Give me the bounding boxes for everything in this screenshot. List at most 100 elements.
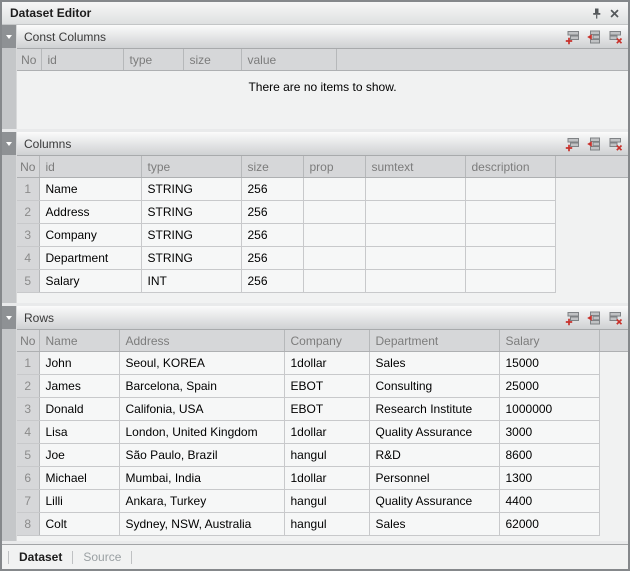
- cell[interactable]: 1dollar: [284, 467, 369, 490]
- column-header-description[interactable]: description: [465, 156, 555, 178]
- column-header-name[interactable]: Name: [39, 330, 119, 352]
- cell[interactable]: [365, 201, 465, 224]
- cell[interactable]: [303, 178, 365, 201]
- cell[interactable]: 4400: [499, 490, 599, 513]
- cell[interactable]: [365, 224, 465, 247]
- row-number-cell[interactable]: 3: [17, 224, 39, 247]
- cell[interactable]: 256: [241, 247, 303, 270]
- cell[interactable]: Barcelona, Spain: [119, 375, 284, 398]
- column-header-size[interactable]: size: [183, 49, 241, 71]
- cell[interactable]: Sales: [369, 352, 499, 375]
- cell[interactable]: James: [39, 375, 119, 398]
- cell[interactable]: [465, 270, 555, 293]
- cell[interactable]: Consulting: [369, 375, 499, 398]
- cell[interactable]: 3000: [499, 421, 599, 444]
- cell[interactable]: Research Institute: [369, 398, 499, 421]
- cell[interactable]: STRING: [141, 224, 241, 247]
- cell[interactable]: 25000: [499, 375, 599, 398]
- delete-row-button[interactable]: [605, 28, 624, 46]
- cell[interactable]: 256: [241, 270, 303, 293]
- column-header-sumtext[interactable]: sumtext: [365, 156, 465, 178]
- column-header-size[interactable]: size: [241, 156, 303, 178]
- cell[interactable]: [465, 224, 555, 247]
- add-row-button[interactable]: [563, 28, 582, 46]
- row-number-cell[interactable]: 4: [17, 247, 39, 270]
- add-row-button[interactable]: [563, 135, 582, 153]
- add-row-button[interactable]: [563, 309, 582, 327]
- cell[interactable]: Donald: [39, 398, 119, 421]
- column-header-salary[interactable]: Salary: [499, 330, 599, 352]
- cell[interactable]: STRING: [141, 178, 241, 201]
- cell[interactable]: EBOT: [284, 398, 369, 421]
- column-header-value[interactable]: value: [241, 49, 336, 71]
- column-header-type[interactable]: type: [123, 49, 183, 71]
- cell[interactable]: 1000000: [499, 398, 599, 421]
- cell[interactable]: [365, 178, 465, 201]
- cell[interactable]: Lisa: [39, 421, 119, 444]
- section-collapse-button[interactable]: [2, 132, 16, 155]
- row-number-cell[interactable]: 2: [17, 375, 39, 398]
- cell[interactable]: 8600: [499, 444, 599, 467]
- cell[interactable]: Department: [39, 247, 141, 270]
- row-number-cell[interactable]: 6: [17, 467, 39, 490]
- cell[interactable]: EBOT: [284, 375, 369, 398]
- cell[interactable]: London, United Kingdom: [119, 421, 284, 444]
- cell[interactable]: hangul: [284, 444, 369, 467]
- row-number-cell[interactable]: 3: [17, 398, 39, 421]
- cell[interactable]: Address: [39, 201, 141, 224]
- insert-row-button[interactable]: [584, 135, 603, 153]
- cell[interactable]: 1300: [499, 467, 599, 490]
- section-collapse-button[interactable]: [2, 25, 16, 48]
- cell[interactable]: Company: [39, 224, 141, 247]
- section-collapse-button[interactable]: [2, 306, 16, 329]
- pin-button[interactable]: [587, 5, 605, 21]
- cell[interactable]: Personnel: [369, 467, 499, 490]
- cell[interactable]: 256: [241, 178, 303, 201]
- cell[interactable]: Sales: [369, 513, 499, 536]
- cell[interactable]: 256: [241, 224, 303, 247]
- cell[interactable]: São Paulo, Brazil: [119, 444, 284, 467]
- row-number-cell[interactable]: 8: [17, 513, 39, 536]
- cell[interactable]: [303, 247, 365, 270]
- close-button[interactable]: [605, 5, 623, 21]
- insert-row-button[interactable]: [584, 28, 603, 46]
- cell[interactable]: 62000: [499, 513, 599, 536]
- cell[interactable]: John: [39, 352, 119, 375]
- cell[interactable]: hangul: [284, 513, 369, 536]
- cell[interactable]: STRING: [141, 201, 241, 224]
- row-number-cell[interactable]: 5: [17, 444, 39, 467]
- cell[interactable]: [303, 224, 365, 247]
- cell[interactable]: Mumbai, India: [119, 467, 284, 490]
- cell[interactable]: [303, 270, 365, 293]
- cell[interactable]: [465, 247, 555, 270]
- column-header-no[interactable]: No: [17, 330, 39, 352]
- column-header-id[interactable]: id: [41, 49, 123, 71]
- column-header-no[interactable]: No: [17, 156, 39, 178]
- cell[interactable]: Michael: [39, 467, 119, 490]
- cell[interactable]: [465, 201, 555, 224]
- cell[interactable]: Colt: [39, 513, 119, 536]
- cell[interactable]: [365, 247, 465, 270]
- row-number-cell[interactable]: 1: [17, 178, 39, 201]
- cell[interactable]: [365, 270, 465, 293]
- row-number-cell[interactable]: 4: [17, 421, 39, 444]
- cell[interactable]: INT: [141, 270, 241, 293]
- insert-row-button[interactable]: [584, 309, 603, 327]
- row-number-cell[interactable]: 2: [17, 201, 39, 224]
- cell[interactable]: Joe: [39, 444, 119, 467]
- cell[interactable]: Salary: [39, 270, 141, 293]
- tab-source[interactable]: Source: [74, 550, 130, 564]
- tab-dataset[interactable]: Dataset: [10, 550, 71, 564]
- cell[interactable]: Lilli: [39, 490, 119, 513]
- column-header-address[interactable]: Address: [119, 330, 284, 352]
- delete-row-button[interactable]: [605, 135, 624, 153]
- row-number-cell[interactable]: 7: [17, 490, 39, 513]
- cell[interactable]: Name: [39, 178, 141, 201]
- cell[interactable]: 15000: [499, 352, 599, 375]
- column-header-prop[interactable]: prop: [303, 156, 365, 178]
- cell[interactable]: Quality Assurance: [369, 490, 499, 513]
- column-header-id[interactable]: id: [39, 156, 141, 178]
- cell[interactable]: Califonia, USA: [119, 398, 284, 421]
- cell[interactable]: Sydney, NSW, Australia: [119, 513, 284, 536]
- column-header-no[interactable]: No: [17, 49, 41, 71]
